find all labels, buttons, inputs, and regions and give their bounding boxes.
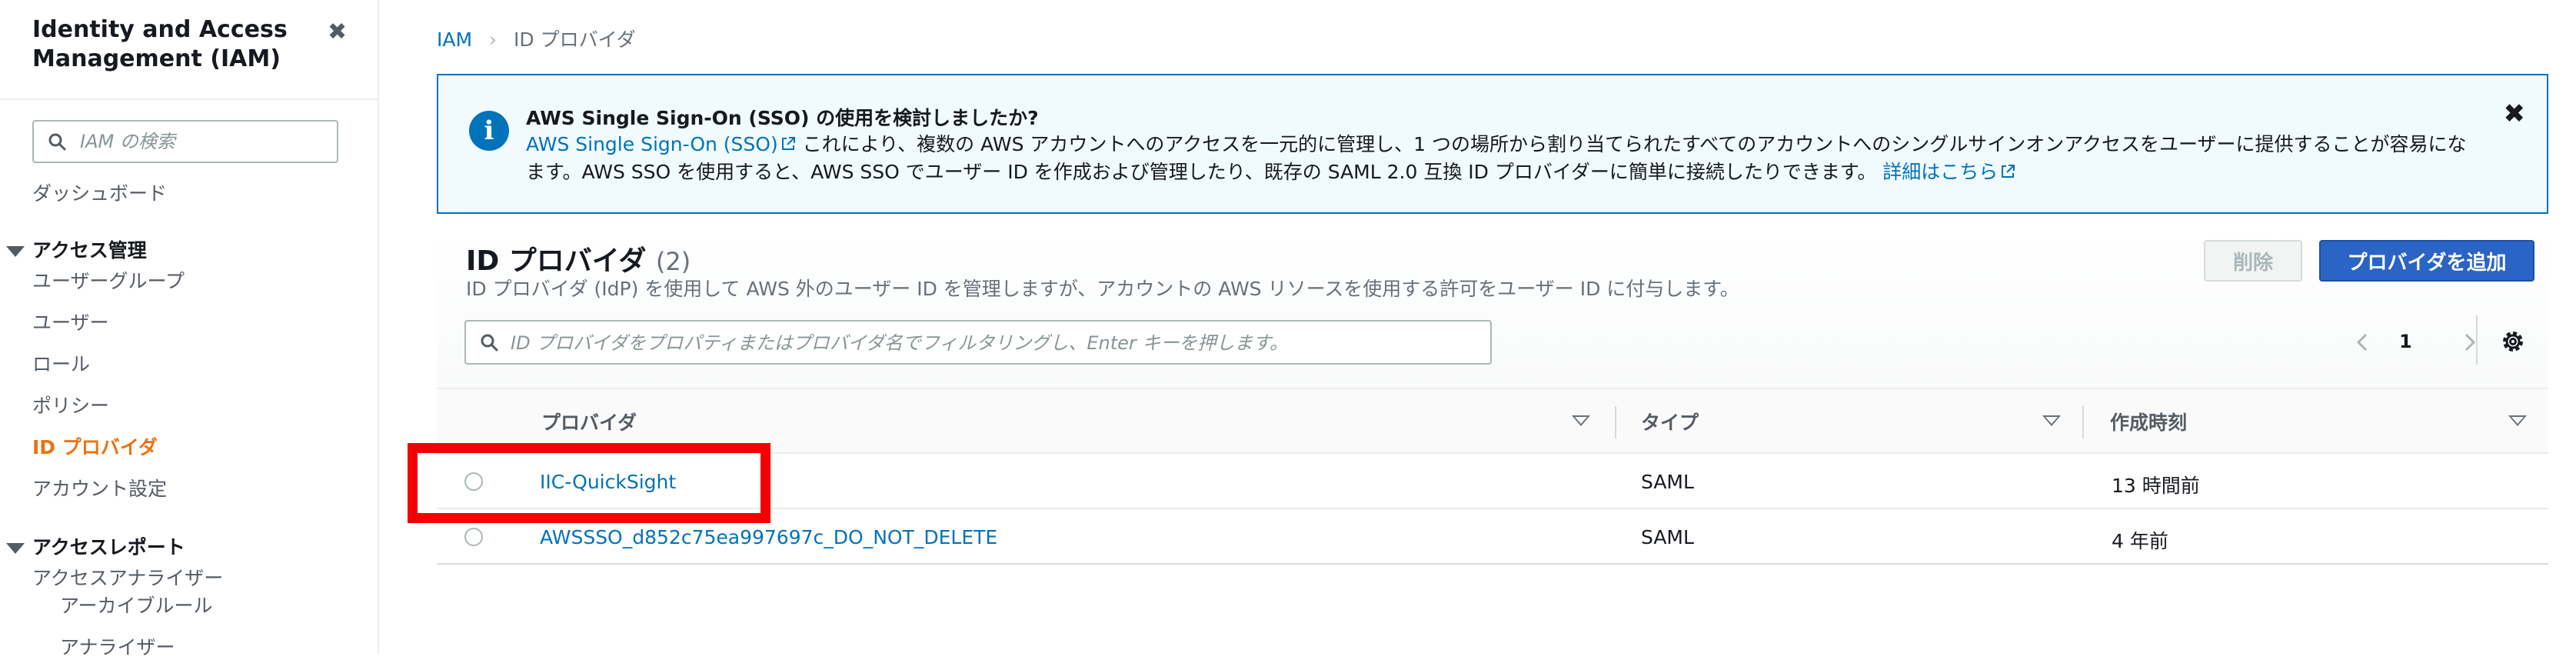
- close-icon[interactable]: ✖: [328, 18, 347, 45]
- row-radio[interactable]: [464, 472, 483, 491]
- info-body-line1: これにより、複数の AWS アカウントへのアクセスを一元的に管理し、1 つの場所…: [796, 133, 2467, 155]
- sidebar-item-archive-rules[interactable]: アーカイブルール: [60, 591, 213, 618]
- sidebar-search[interactable]: [32, 120, 338, 163]
- learn-more-label: 詳細はこちら: [1882, 161, 1999, 183]
- sidebar-item-access-analyzer[interactable]: アクセスアナライザー: [32, 563, 223, 591]
- info-body: AWS Single Sign-On (SSO) これにより、複数の AWS ア…: [526, 131, 2479, 186]
- search-icon: [48, 133, 66, 151]
- column-header-provider[interactable]: プロバイダ: [541, 408, 637, 435]
- sidebar: Identity and Access Management (IAM) ✖ ダ…: [0, 0, 379, 658]
- page-title: ID プロバイダ (2): [466, 238, 691, 278]
- divider: [2476, 315, 2478, 365]
- row-radio[interactable]: [464, 528, 483, 546]
- sidebar-section-access-reports[interactable]: アクセスレポート: [6, 532, 185, 560]
- sidebar-title: Identity and Access Management (IAM): [32, 16, 288, 72]
- sort-icon[interactable]: [2508, 415, 2527, 426]
- filter-input[interactable]: [511, 331, 1479, 355]
- sidebar-section-label: アクセス管理: [32, 239, 147, 262]
- provider-created: 4 年前: [2112, 530, 2168, 552]
- chevron-left-icon[interactable]: [2351, 331, 2375, 354]
- sort-icon[interactable]: [2042, 415, 2061, 426]
- provider-count: (2): [655, 247, 691, 276]
- provider-link[interactable]: IIC-QuickSight: [540, 471, 676, 493]
- providers-table: プロバイダ タイプ 作成時刻 IIC-QuickSight SAML 13 時間…: [437, 388, 2548, 565]
- provider-type: SAML: [1641, 526, 1694, 548]
- page-number[interactable]: 1: [2399, 331, 2412, 352]
- gear-icon[interactable]: [2498, 326, 2528, 357]
- provider-link[interactable]: AWSSSO_d852c75ea997697c_DO_NOT_DELETE: [540, 526, 997, 548]
- caret-down-icon: [6, 246, 25, 257]
- sidebar-section-label: アクセスレポート: [32, 536, 185, 558]
- panel-description: ID プロバイダ (IdP) を使用して AWS 外のユーザー ID を管理しま…: [466, 278, 1739, 300]
- table-row[interactable]: AWSSSO_d852c75ea997697c_DO_NOT_DELETE SA…: [437, 509, 2548, 565]
- provider-filter[interactable]: [464, 320, 1492, 365]
- info-title: AWS Single Sign-On (SSO) の使用を検討しましたか?: [526, 107, 1039, 129]
- sso-link[interactable]: AWS Single Sign-On (SSO): [526, 133, 797, 155]
- sidebar-item-users[interactable]: ユーザー: [32, 308, 109, 335]
- sidebar-divider: [0, 98, 379, 100]
- panel-title-text: ID プロバイダ: [466, 245, 647, 277]
- table-header: プロバイダ タイプ 作成時刻: [437, 388, 2548, 454]
- column-header-type[interactable]: タイプ: [1641, 408, 1699, 435]
- panel-header: ID プロバイダ (2) ID プロバイダ (IdP) を使用して AWS 外の…: [437, 229, 2548, 388]
- sidebar-item-analyzers[interactable]: アナライザー: [60, 632, 175, 660]
- sso-info-banner: i AWS Single Sign-On (SSO) の使用を検討しましたか? …: [437, 74, 2548, 214]
- table-row[interactable]: IIC-QuickSight SAML 13 時間前: [437, 454, 2548, 509]
- info-body-line2: ます。AWS SSO を使用すると、AWS SSO でユーザー ID を作成およ…: [526, 161, 1877, 183]
- add-provider-button[interactable]: プロバイダを追加: [2319, 240, 2534, 282]
- sidebar-section-access-management[interactable]: アクセス管理: [6, 235, 147, 263]
- sidebar-item-policies[interactable]: ポリシー: [32, 391, 109, 418]
- sso-link-label: AWS Single Sign-On (SSO): [526, 133, 778, 155]
- pagination: 1: [2351, 325, 2505, 362]
- close-icon[interactable]: ✖: [2504, 98, 2526, 129]
- sidebar-item-user-groups[interactable]: ユーザーグループ: [32, 266, 185, 294]
- sidebar-item-roles[interactable]: ロール: [32, 349, 90, 377]
- column-divider: [2082, 406, 2084, 438]
- provider-created: 13 時間前: [2112, 475, 2200, 497]
- external-link-icon: [2002, 165, 2015, 178]
- search-icon: [481, 334, 498, 352]
- sidebar-item-dashboard[interactable]: ダッシュボード: [32, 178, 167, 206]
- provider-type: SAML: [1641, 471, 1694, 493]
- sidebar-item-account-settings[interactable]: アカウント設定: [32, 474, 167, 502]
- learn-more-link[interactable]: 詳細はこちら: [1882, 161, 2016, 183]
- sort-icon[interactable]: [1572, 415, 1590, 426]
- column-header-created[interactable]: 作成時刻: [2110, 408, 2187, 435]
- delete-button[interactable]: 削除: [2204, 240, 2302, 282]
- external-link-icon: [781, 137, 795, 150]
- sidebar-search-input[interactable]: [80, 129, 326, 154]
- sidebar-item-identity-providers[interactable]: ID プロバイダ: [32, 432, 158, 460]
- caret-down-icon: [6, 543, 25, 554]
- chevron-right-icon: ›: [489, 28, 498, 51]
- breadcrumb: IAM › ID プロバイダ: [437, 25, 636, 52]
- info-icon: i: [469, 111, 509, 151]
- breadcrumb-iam[interactable]: IAM: [437, 28, 472, 51]
- column-divider: [1615, 406, 1616, 438]
- breadcrumb-current: ID プロバイダ: [514, 28, 636, 51]
